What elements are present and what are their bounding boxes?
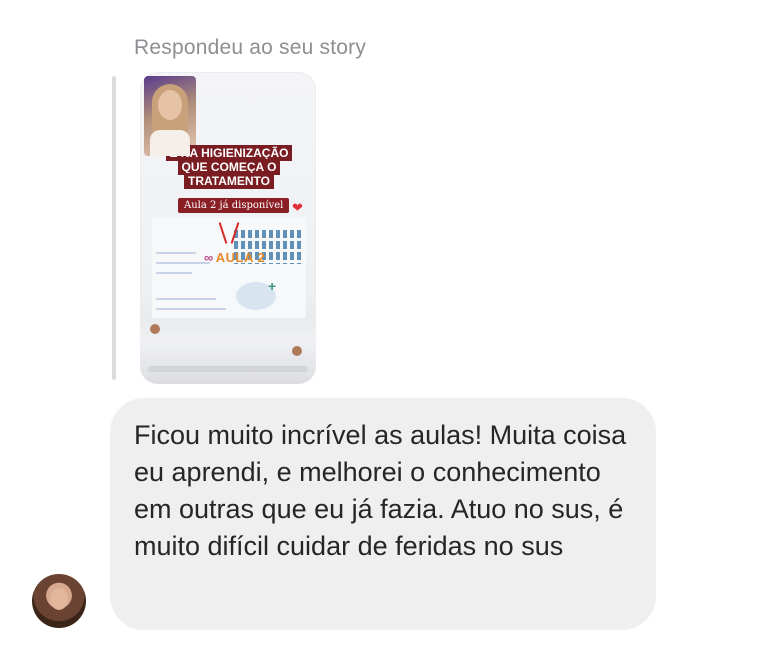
story-presenter-photo — [144, 76, 196, 156]
mini-avatar — [150, 324, 160, 334]
message-text: Ficou muito incrível as aulas! Muita coi… — [134, 420, 627, 561]
story-reply-rail — [112, 76, 116, 380]
story-title-line-3: TRATAMENTO — [184, 173, 274, 189]
story-footer-bar — [148, 366, 308, 372]
mini-avatar — [292, 346, 302, 356]
sender-avatar[interactable] — [32, 574, 86, 628]
message-bubble[interactable]: Ficou muito incrível as aulas! Muita coi… — [110, 398, 656, 630]
story-preview[interactable]: É NA HIGIENIZAÇÃO QUE COMEÇA O TRATAMENT… — [140, 72, 316, 384]
story-footer — [140, 314, 316, 384]
heart-icon: ❤ — [292, 200, 303, 215]
aula-logo-text: AULA 2 — [215, 250, 266, 265]
aula-logo: ∞ AULA 2 — [204, 250, 266, 265]
story-badge: Aula 2 já disponível — [178, 198, 290, 213]
plus-icon: + — [268, 278, 277, 294]
story-reply-label: Respondeu ao seu story — [134, 36, 367, 59]
